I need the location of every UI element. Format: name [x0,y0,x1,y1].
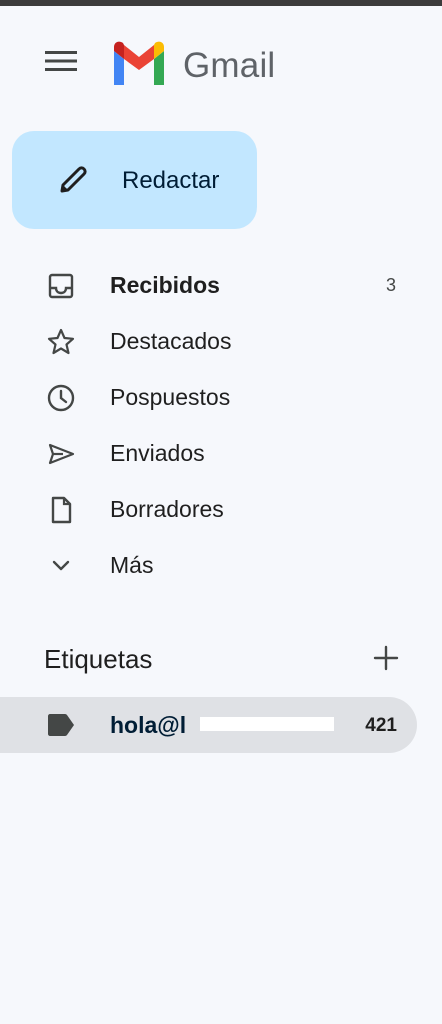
nav-item-pospuestos[interactable]: Pospuestos [0,370,442,422]
labels-section-header: Etiquetas [0,636,442,684]
nav-label: Enviados [110,440,205,466]
labels-title: Etiquetas [44,644,153,674]
label-tag-icon [48,714,74,736]
nav-label: Destacados [110,328,232,354]
app-name: Gmail [183,46,276,85]
nav-item-recibidos[interactable]: Recibidos 3 [0,258,442,310]
clock-icon [47,384,75,412]
gmail-logo-icon[interactable] [110,39,168,85]
send-icon [48,443,75,465]
nav-label: Borradores [110,496,224,522]
redaction-box [200,717,334,731]
compose-label: Redactar [122,167,220,194]
add-label-plus-icon[interactable] [370,642,402,674]
nav-item-mas[interactable]: Más [0,538,442,590]
main-menu-button[interactable] [36,36,86,86]
chevron-down-icon [52,560,70,571]
nav-item-destacados[interactable]: Destacados [0,314,442,366]
compose-button[interactable]: Redactar [12,131,257,229]
label-item[interactable]: hola@l 421 [0,697,417,753]
unread-count: 3 [385,275,396,295]
nav-item-enviados[interactable]: Enviados [0,426,442,478]
nav-label: Pospuestos [110,384,231,410]
nav-label: Recibidos [110,272,220,298]
nav-label: Más [110,552,154,578]
draft-icon [51,496,72,524]
hamburger-menu-icon [45,51,77,71]
inbox-icon [48,273,74,299]
label-count: 421 [365,715,397,736]
nav-item-borradores[interactable]: Borradores [0,482,442,534]
label-name: hola@l [110,712,187,738]
star-icon [47,328,75,355]
sidebar-header: Gmail [0,6,442,118]
pencil-icon [60,166,87,193]
